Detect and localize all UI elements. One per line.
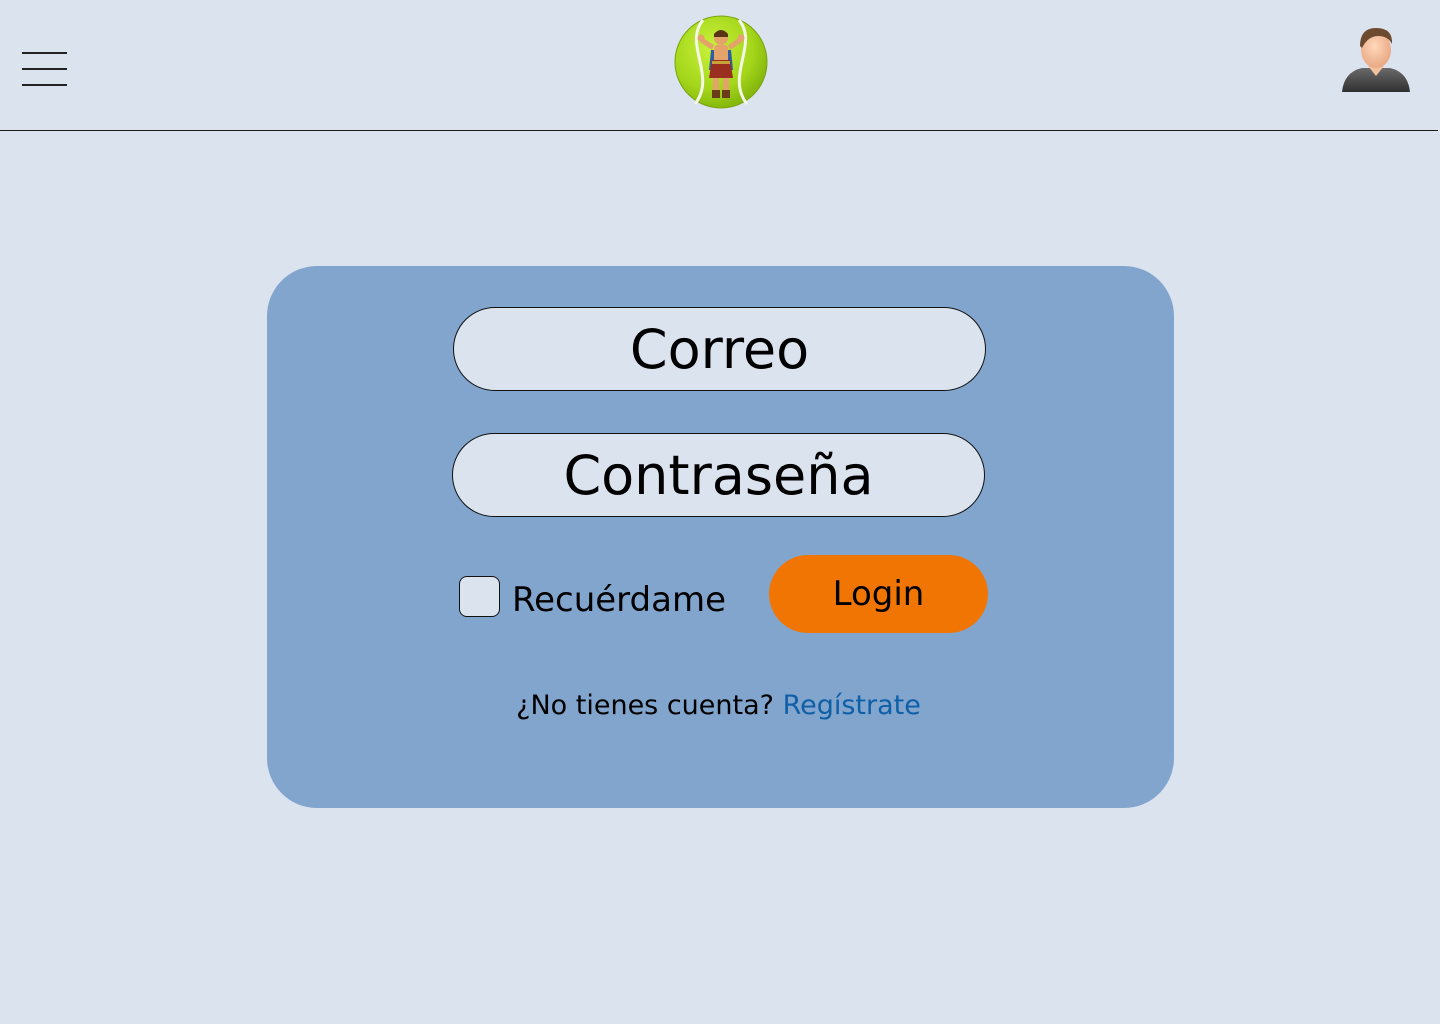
password-field[interactable]: Contraseña [452,433,985,517]
remember-me-checkbox[interactable] [459,576,500,617]
remember-me-toggle[interactable]: Recuérdame [459,576,727,620]
register-link[interactable]: Regístrate [783,690,921,721]
register-prompt-text: ¿No tienes cuenta? [516,690,783,721]
register-prompt: ¿No tienes cuenta? Regístrate [267,690,1170,721]
tennis-ball-hercules-logo [673,14,769,110]
login-button[interactable]: Login [769,555,988,633]
remember-me-label: Recuérdame [512,579,727,620]
user-avatar-icon[interactable] [1338,22,1414,98]
login-card: Correo Contraseña Recuérdame Login ¿No t… [267,266,1174,808]
hamburger-menu-icon[interactable] [20,49,68,89]
email-field[interactable]: Correo [453,307,986,391]
top-header [0,0,1438,131]
